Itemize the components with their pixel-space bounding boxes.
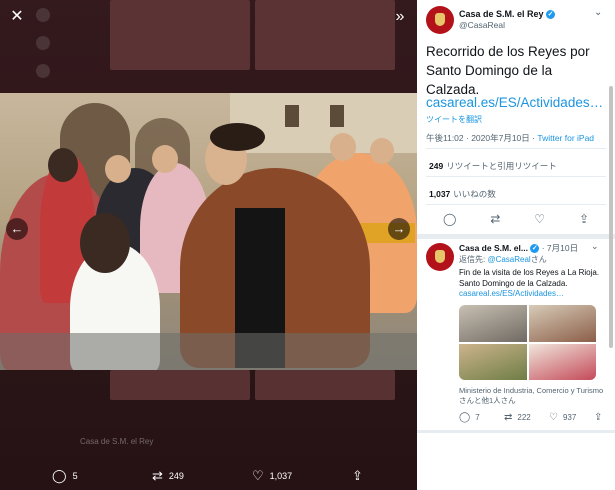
like-stats[interactable]: 1,037 いいねの数 bbox=[429, 188, 496, 200]
section-separator bbox=[417, 430, 615, 433]
like-count: 1,037 bbox=[269, 470, 293, 481]
retweet-stats[interactable]: 249 リツイートと引用リツイート bbox=[429, 160, 557, 172]
photo-tags[interactable]: Ministerio de Industria, Comercio y Turi… bbox=[459, 386, 607, 406]
background-card bbox=[255, 0, 395, 70]
background-card bbox=[110, 0, 250, 70]
heart-icon[interactable]: ♡ bbox=[534, 212, 545, 230]
retweet-button[interactable]: ⇄ 249 bbox=[152, 469, 184, 482]
share-icon: ⇪ bbox=[594, 412, 603, 423]
share-icon: ⇪ bbox=[352, 468, 363, 483]
photo-thumbnail[interactable] bbox=[459, 343, 527, 380]
arrow-left-icon: ← bbox=[10, 221, 24, 236]
section-separator bbox=[417, 234, 615, 239]
reply-icon[interactable]: ◯ bbox=[443, 212, 456, 230]
retweet-icon[interactable]: ⇄ bbox=[490, 212, 500, 230]
tweet-timestamp: 午後11:02 · 2020年7月10日 · Twitter for iPad bbox=[426, 133, 595, 143]
reply-button[interactable]: ◯ 5 bbox=[52, 469, 78, 482]
double-chevron-right-icon[interactable]: » bbox=[389, 6, 411, 28]
reply-link[interactable]: casareal.es/ES/Actividades… bbox=[459, 289, 609, 298]
reply-icon: ◯ bbox=[459, 412, 471, 423]
hashtag-icon bbox=[36, 64, 50, 78]
previous-image-button[interactable]: ← bbox=[6, 218, 28, 240]
account-name[interactable]: Casa de S.M. el Rey ✓ bbox=[459, 9, 556, 19]
media-viewer: ✕ » ← → Casa de S.M. el Rey ◯ 5 ⇄ 249 ♡ … bbox=[0, 0, 417, 490]
more-options-icon[interactable]: ⌄ bbox=[591, 241, 599, 252]
like-button[interactable]: ♡ 1,037 bbox=[252, 469, 292, 482]
tweet-source-link[interactable]: Twitter for iPad bbox=[537, 133, 594, 143]
scrollbar[interactable] bbox=[609, 86, 613, 348]
background-card bbox=[110, 370, 250, 400]
photo-thumbnail[interactable] bbox=[528, 305, 596, 342]
background-card bbox=[255, 370, 395, 400]
retweet-count: 249 bbox=[168, 470, 184, 481]
tweet-text: Recorrido de los Reyes por Santo Domingo… bbox=[426, 44, 590, 97]
close-icon[interactable]: ✕ bbox=[6, 6, 28, 28]
photo-thumbnail[interactable] bbox=[459, 305, 527, 342]
gear-icon bbox=[36, 36, 50, 50]
tweet-photo: ← → bbox=[0, 93, 417, 370]
verified-badge-icon: ✓ bbox=[530, 244, 540, 253]
divider bbox=[426, 176, 606, 177]
more-options-icon[interactable]: ⌄ bbox=[594, 7, 602, 18]
avatar[interactable] bbox=[426, 6, 454, 34]
tweet-link[interactable]: casareal.es/ES/Actividades… bbox=[426, 95, 608, 110]
reply-count: 5 bbox=[72, 470, 78, 481]
reply-button[interactable]: ◯ 7 bbox=[459, 412, 504, 423]
reply-text: Fin de la visita de los Reyes a La Rioja… bbox=[459, 268, 600, 288]
translate-link[interactable]: ツイートを翻訳 bbox=[426, 114, 482, 125]
divider bbox=[426, 148, 606, 149]
share-button[interactable]: ⇪ bbox=[594, 412, 609, 423]
tweet-actions: ◯ ⇄ ♡ ⇪ bbox=[426, 212, 606, 230]
photo-thumbnail[interactable] bbox=[528, 343, 596, 380]
reply-to-handle[interactable]: @CasaReal bbox=[487, 255, 530, 264]
next-image-button[interactable]: → bbox=[388, 218, 410, 240]
retweet-button[interactable]: ⇄ 222 bbox=[504, 412, 549, 423]
background-tweet: Casa de S.M. el Rey bbox=[80, 437, 154, 446]
tweet-detail-panel: Casa de S.M. el Rey ✓ @CasaReal ⌄ Recorr… bbox=[417, 0, 615, 490]
bird-icon bbox=[36, 8, 50, 22]
avatar[interactable] bbox=[426, 243, 454, 271]
reply-photo-grid[interactable] bbox=[459, 305, 596, 380]
account-handle[interactable]: @CasaReal bbox=[459, 20, 505, 30]
share-button[interactable]: ⇪ bbox=[352, 469, 363, 482]
reply-actions: ◯ 7 ⇄ 222 ♡ 937 ⇪ bbox=[459, 412, 609, 423]
share-icon[interactable]: ⇪ bbox=[579, 212, 589, 230]
like-button[interactable]: ♡ 937 bbox=[549, 412, 594, 423]
arrow-right-icon: → bbox=[392, 221, 406, 236]
divider bbox=[426, 204, 606, 205]
reply-to-line: 返信先: @CasaRealさん bbox=[459, 255, 547, 264]
retweet-icon: ⇄ bbox=[152, 468, 163, 483]
retweet-icon: ⇄ bbox=[504, 412, 513, 423]
verified-badge-icon: ✓ bbox=[546, 10, 556, 19]
reply-icon: ◯ bbox=[52, 468, 67, 483]
reply-account-name[interactable]: Casa de S.M. el... ✓ · 7月10日 bbox=[459, 242, 578, 254]
heart-icon: ♡ bbox=[252, 468, 264, 483]
media-action-bar: ◯ 5 ⇄ 249 ♡ 1,037 ⇪ bbox=[0, 462, 417, 490]
heart-icon: ♡ bbox=[549, 412, 558, 423]
